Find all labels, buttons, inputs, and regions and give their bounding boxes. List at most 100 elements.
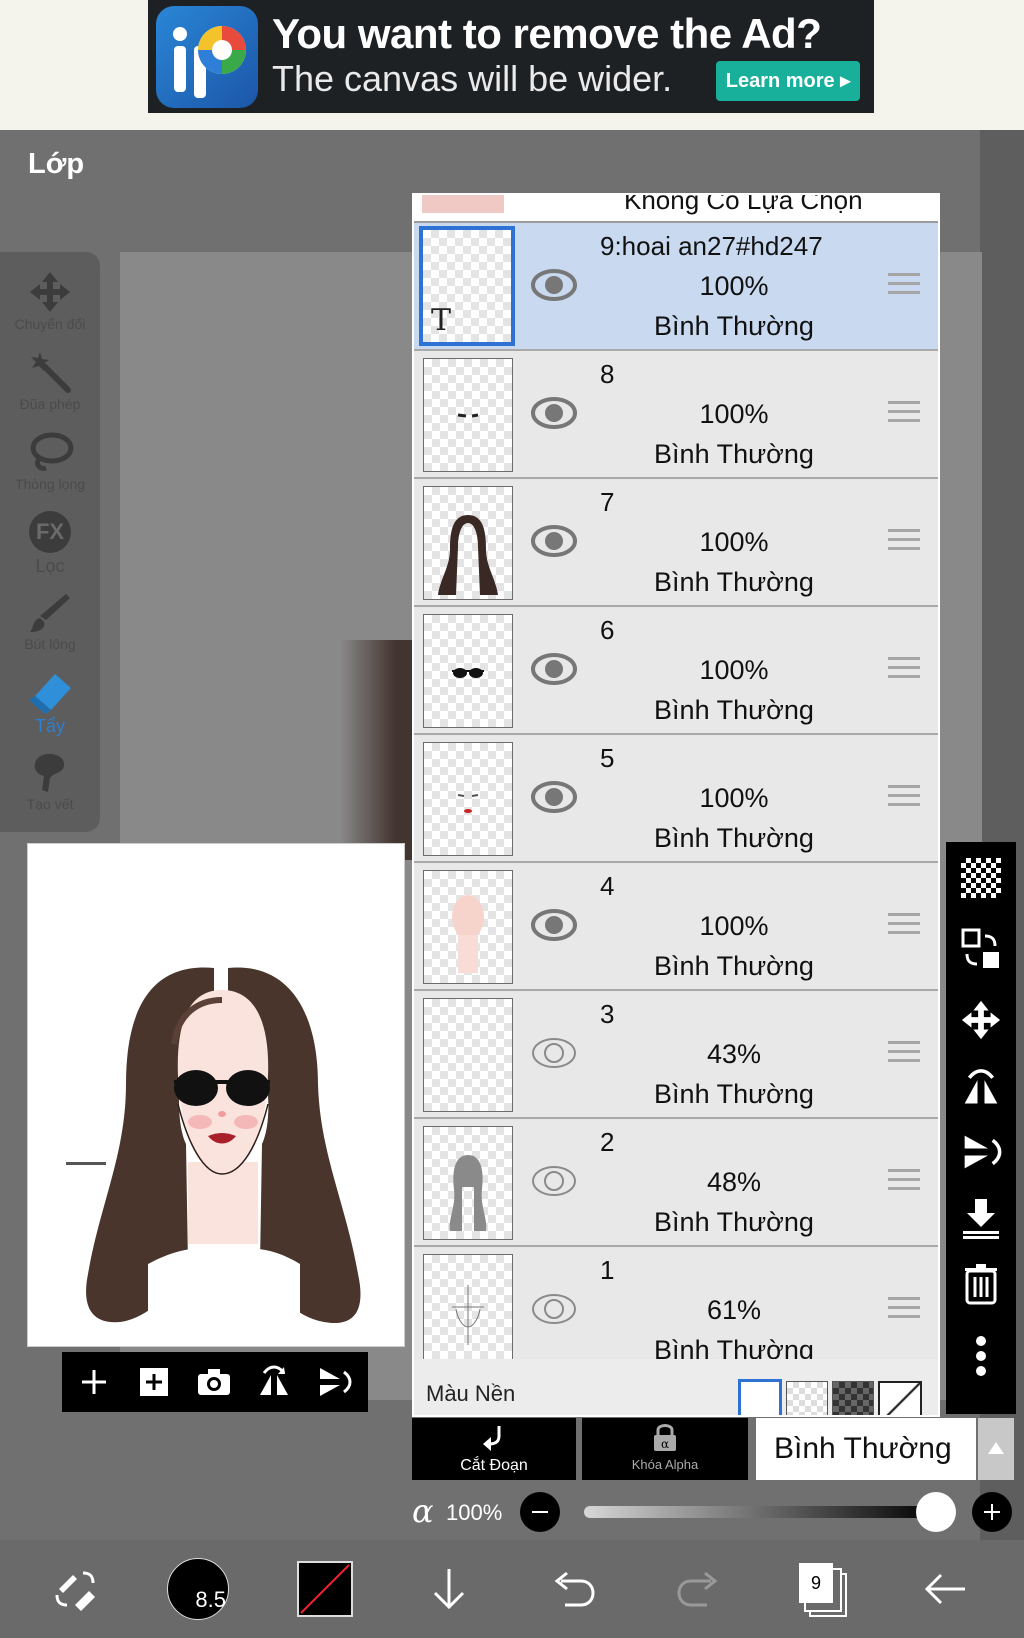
drag-handle-icon[interactable] bbox=[888, 657, 920, 683]
opacity-decrease-button[interactable] bbox=[520, 1492, 560, 1532]
layer-row[interactable]: 6 100% Bình Thường bbox=[414, 607, 938, 735]
clipping-label: Cắt Đoạn bbox=[460, 1457, 528, 1474]
clipping-icon bbox=[483, 1426, 501, 1451]
add-special-layer-button[interactable] bbox=[130, 1358, 178, 1406]
color-button[interactable] bbox=[296, 1560, 354, 1618]
swap-layer-button[interactable] bbox=[955, 924, 1007, 976]
trash-icon bbox=[965, 1264, 997, 1305]
drag-handle-icon[interactable] bbox=[888, 913, 920, 939]
bg-transparent-swatch[interactable] bbox=[786, 1381, 828, 1415]
blend-mode-dropdown-arrow[interactable] bbox=[978, 1418, 1014, 1480]
layer-down-button[interactable] bbox=[416, 1556, 482, 1622]
layer-count: 9 bbox=[799, 1563, 833, 1603]
layer-row[interactable]: 7 100% Bình Thường bbox=[414, 479, 938, 607]
layer-thumbnail bbox=[423, 1254, 513, 1368]
blend-mode-select[interactable]: Bình Thường bbox=[756, 1418, 1014, 1480]
move-icon bbox=[0, 268, 100, 316]
merge-down-button[interactable] bbox=[955, 1192, 1007, 1244]
flip-horizontal-button[interactable] bbox=[250, 1358, 298, 1406]
ad-banner[interactable]: You want to remove the Ad? The canvas wi… bbox=[148, 0, 874, 113]
delete-layer-button[interactable] bbox=[955, 1258, 1007, 1310]
tool-brush[interactable]: Bút lông bbox=[0, 588, 100, 652]
triangle-up-icon bbox=[988, 1442, 1004, 1454]
visibility-eye-icon[interactable] bbox=[530, 521, 578, 561]
drag-handle-icon[interactable] bbox=[888, 529, 920, 555]
bg-white-swatch[interactable] bbox=[738, 1379, 782, 1415]
move-icon bbox=[961, 1000, 1001, 1040]
brush-size-button[interactable]: 8.5 bbox=[166, 1556, 230, 1622]
layer-opacity-row: α 100% bbox=[412, 1484, 1024, 1540]
hidden-eye-icon[interactable] bbox=[530, 1033, 578, 1073]
tool-magic-wand[interactable]: Đũa phép bbox=[0, 348, 100, 412]
layer-row[interactable]: T 9:hoai an27#hd247 100% Bình Thường bbox=[414, 223, 938, 351]
drag-handle-icon[interactable] bbox=[888, 1297, 920, 1323]
ad-subtitle: The canvas will be wider. bbox=[272, 58, 673, 99]
layer-row[interactable]: 5 100% Bình Thường bbox=[414, 735, 938, 863]
layer-row[interactable]: 8 100% Bình Thường bbox=[414, 351, 938, 479]
layer-row[interactable]: 4 100% Bình Thường bbox=[414, 863, 938, 991]
canvas-preview[interactable] bbox=[27, 843, 405, 1347]
brush-size-indicator: 8.5 bbox=[167, 1558, 229, 1620]
opacity-slider[interactable] bbox=[584, 1506, 938, 1518]
drag-handle-icon[interactable] bbox=[888, 273, 920, 299]
visibility-eye-icon[interactable] bbox=[530, 265, 578, 305]
undo-button[interactable] bbox=[540, 1556, 606, 1622]
alpha-lock-button[interactable]: α Khóa Alpha bbox=[582, 1418, 748, 1480]
preview-action-bar bbox=[62, 1352, 368, 1412]
camera-button[interactable] bbox=[190, 1358, 238, 1406]
more-options-button[interactable] bbox=[955, 1330, 1007, 1382]
bg-none-swatch[interactable] bbox=[878, 1381, 922, 1415]
text-layer-marker: T bbox=[431, 303, 452, 338]
move-layer-button[interactable] bbox=[955, 994, 1007, 1046]
eraser-icon bbox=[0, 668, 100, 716]
flip-vertical-button[interactable] bbox=[310, 1358, 358, 1406]
drag-handle-icon[interactable] bbox=[888, 785, 920, 811]
layer-blend-mode: Bình Thường bbox=[654, 1079, 814, 1109]
back-button[interactable] bbox=[912, 1556, 978, 1622]
brush-size-value: 8.5 bbox=[195, 1587, 226, 1612]
selection-thumbnail bbox=[422, 195, 504, 213]
layer-name: 1 bbox=[600, 1255, 615, 1285]
redo-button[interactable] bbox=[666, 1556, 732, 1622]
hidden-eye-icon[interactable] bbox=[530, 1289, 578, 1329]
layer-opacity: 100% bbox=[699, 911, 769, 941]
dialog-title: Lớp bbox=[28, 148, 85, 180]
no-selection-row[interactable]: Không Có Lựa Chọn bbox=[414, 195, 938, 223]
flip-horizontal-icon bbox=[964, 1069, 998, 1104]
drag-handle-icon[interactable] bbox=[888, 1169, 920, 1195]
hidden-eye-icon[interactable] bbox=[530, 1161, 578, 1201]
swap-layer-icon bbox=[961, 928, 999, 968]
tool-sidebar: Chuyển đổi Đũa phép Thòng lọng FX Lọc Bú… bbox=[0, 252, 100, 832]
bg-dark-swatch[interactable] bbox=[832, 1381, 874, 1415]
drag-handle-icon[interactable] bbox=[888, 401, 920, 427]
tool-transform[interactable]: Chuyển đổi bbox=[0, 268, 100, 332]
opacity-slider-knob[interactable] bbox=[916, 1492, 956, 1532]
visibility-eye-icon[interactable] bbox=[530, 905, 578, 945]
layer-list[interactable]: Không Có Lựa Chọn T 9:hoai an27#hd247 10… bbox=[412, 193, 940, 1417]
flip-vertical-button[interactable] bbox=[955, 1126, 1007, 1178]
clipping-button[interactable]: Cắt Đoạn bbox=[412, 1418, 576, 1480]
visibility-eye-icon[interactable] bbox=[530, 393, 578, 433]
flip-horizontal-button[interactable] bbox=[955, 1060, 1007, 1112]
drag-handle-icon[interactable] bbox=[888, 1041, 920, 1067]
background-color-row[interactable]: Màu Nền bbox=[414, 1359, 938, 1415]
layer-row[interactable]: 1 61% Bình Thường bbox=[414, 1247, 938, 1375]
layers-button[interactable]: 9 bbox=[790, 1556, 856, 1622]
add-layer-button[interactable] bbox=[70, 1358, 118, 1406]
visibility-eye-icon[interactable] bbox=[530, 777, 578, 817]
visibility-eye-icon[interactable] bbox=[530, 649, 578, 689]
transparency-button[interactable] bbox=[955, 852, 1007, 904]
color-swatch-icon bbox=[297, 1561, 353, 1617]
tool-lasso[interactable]: Thòng lọng bbox=[0, 428, 100, 492]
layer-thumbnail bbox=[423, 742, 513, 856]
learn-more-button[interactable]: Learn more ▸ bbox=[716, 61, 860, 101]
tool-filter[interactable]: FX Lọc bbox=[0, 508, 100, 577]
tool-switch-button[interactable] bbox=[42, 1556, 108, 1622]
tool-smudge[interactable]: Tạo vết bbox=[0, 748, 100, 812]
opacity-increase-button[interactable] bbox=[972, 1492, 1012, 1532]
layer-row[interactable]: 2 48% Bình Thường bbox=[414, 1119, 938, 1247]
tool-eraser[interactable]: Tẩy bbox=[0, 668, 100, 737]
layer-row[interactable]: 3 43% Bình Thường bbox=[414, 991, 938, 1119]
layer-name: 4 bbox=[600, 871, 615, 901]
fx-icon: FX bbox=[0, 508, 100, 556]
